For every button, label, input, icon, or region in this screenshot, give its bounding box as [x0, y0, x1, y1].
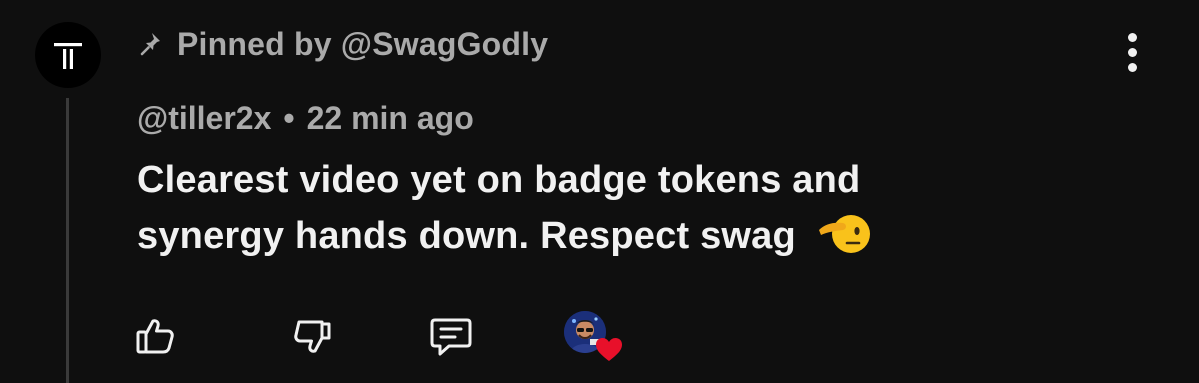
saluting-face-emoji: [818, 215, 870, 253]
creator-heart: [564, 311, 626, 365]
comment-menu-button[interactable]: [1108, 28, 1156, 76]
pinned-label: Pinned by @SwagGodly: [137, 22, 548, 66]
thread-line: [66, 98, 69, 383]
comment-text: Clearest video yet on badge tokens and s…: [137, 159, 861, 257]
creator-heart-icon: [596, 338, 622, 361]
reply-button[interactable]: [427, 312, 475, 360]
comment-author[interactable]: @tiller2x: [137, 100, 271, 137]
comment-body: Clearest video yet on badge tokens and s…: [137, 152, 1017, 264]
pin-icon: [137, 29, 167, 59]
comment-meta: @tiller2x • 22 min ago: [137, 96, 474, 140]
comment-thread: Pinned by @SwagGodly @tiller2x • 22 min …: [0, 0, 1199, 383]
comment-timestamp[interactable]: 22 min ago: [307, 100, 474, 137]
author-avatar[interactable]: [35, 22, 101, 88]
pinned-by-text: Pinned by @SwagGodly: [177, 25, 549, 62]
channel-logo-icon: [54, 43, 82, 69]
thumbs-up-icon: [136, 319, 174, 354]
thumbs-down-icon: [294, 320, 331, 353]
meta-separator: •: [283, 99, 295, 136]
more-vertical-icon: [1127, 32, 1137, 72]
reply-comment-icon: [430, 318, 472, 356]
dislike-button[interactable]: [289, 312, 337, 360]
like-button[interactable]: [131, 312, 179, 360]
